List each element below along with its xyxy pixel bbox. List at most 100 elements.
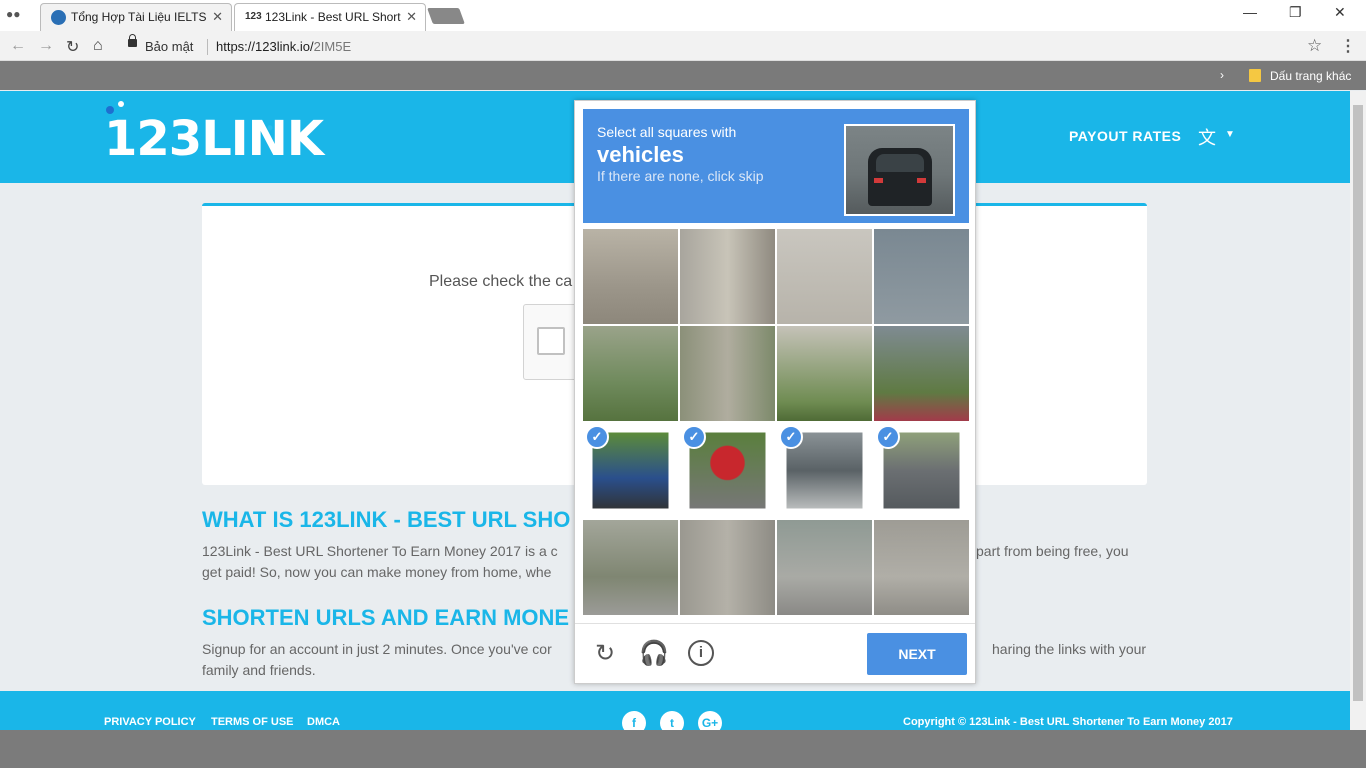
os-taskbar [0, 730, 1366, 768]
info-icon[interactable]: i [688, 640, 714, 666]
privacy-policy-link[interactable]: PRIVACY POLICY [104, 716, 196, 728]
dmca-link[interactable]: DMCA [307, 716, 340, 728]
captcha-tile[interactable] [583, 520, 678, 615]
payout-rates-link[interactable]: PAYOUT RATES [1069, 128, 1181, 144]
challenge-target: vehicles [597, 142, 684, 167]
close-tab-icon[interactable]: ✕ [406, 9, 417, 25]
section-text-left: 123Link - Best URL Shortener To Earn Mon… [202, 543, 558, 559]
recaptcha-checkbox[interactable] [537, 327, 565, 355]
site-logo[interactable]: 123LINK [104, 111, 324, 167]
captcha-tile-image [777, 326, 872, 421]
captcha-tile-image [680, 326, 775, 421]
tail-light [874, 178, 883, 183]
address-bar-row: ← → ↻ ⌂ Bảo mật https://123link.io/2IM5E… [0, 31, 1366, 61]
window-close-icon[interactable]: ✕ [1334, 4, 1346, 21]
forward-icon[interactable]: → [38, 37, 54, 55]
captcha-tile-image [583, 326, 678, 421]
new-tab-button[interactable] [427, 8, 465, 24]
captcha-tile-image [583, 520, 678, 615]
recaptcha-challenge: Select all squares with vehicles If ther… [574, 100, 976, 684]
captcha-tile-image [874, 520, 969, 615]
captcha-tile[interactable] [777, 229, 872, 324]
challenge-hint: If there are none, click skip [597, 168, 764, 184]
bookmarks-bar: › Dấu trang khác [0, 61, 1366, 90]
checkmark-icon: ✓ [682, 425, 706, 449]
captcha-tile-image [777, 520, 872, 615]
captcha-tile[interactable]: ✓ [777, 423, 872, 518]
captcha-tile[interactable] [874, 520, 969, 615]
terms-of-use-link[interactable]: TERMS OF USE [211, 716, 294, 728]
tab-title: Tổng Hợp Tài Liệu IELTS [71, 10, 207, 24]
captcha-tile[interactable] [680, 520, 775, 615]
challenge-header: Select all squares with vehicles If ther… [583, 109, 969, 223]
captcha-tile[interactable]: ✓ [583, 423, 678, 518]
language-icon[interactable]: 文 [1198, 124, 1216, 150]
challenge-instruction: Select all squares with [597, 124, 737, 140]
globe-favicon-icon [51, 10, 66, 25]
tail-light [917, 178, 926, 183]
challenge-footer: ↻ 🎧 i NEXT [575, 623, 975, 684]
browser-menu-icon[interactable]: ⋮ [1340, 36, 1356, 56]
section-text-line2: get paid! So, now you can make money fro… [202, 564, 552, 580]
checkmark-icon: ✓ [585, 425, 609, 449]
url-host: https://123link.io/ [216, 39, 314, 54]
caret-down-icon[interactable]: ▼ [1225, 129, 1235, 140]
tab-ielts[interactable]: Tổng Hợp Tài Liệu IELTS ✕ [40, 3, 232, 31]
audio-icon[interactable]: 🎧 [639, 640, 669, 668]
sample-vehicle-image [844, 124, 955, 216]
captcha-tile-image [583, 229, 678, 324]
back-icon[interactable]: ← [10, 37, 26, 55]
captcha-tile-image [680, 229, 775, 324]
site-footer: PRIVACY POLICY TERMS OF USE DMCA f t G+ … [0, 691, 1350, 735]
section-text-right: part from being free, you [976, 543, 1129, 559]
checkmark-icon: ✓ [876, 425, 900, 449]
lock-icon [128, 34, 137, 47]
url-path: 2IM5E [313, 39, 352, 54]
reload-page-icon[interactable]: ↻ [66, 37, 79, 57]
folder-icon [1249, 69, 1261, 82]
captcha-tile-image [680, 520, 775, 615]
other-bookmarks[interactable]: Dấu trang khác [1270, 69, 1351, 83]
challenge-image-grid: ✓ ✓ ✓ ✓ [583, 229, 969, 615]
scrollbar-thumb[interactable] [1353, 105, 1363, 701]
logo-dot [106, 106, 114, 114]
captcha-tile[interactable] [680, 229, 775, 324]
car-illustration [868, 148, 932, 206]
123link-favicon-icon: 123 [245, 11, 262, 22]
copyright-text: Copyright © 123Link - Best URL Shortener… [903, 716, 1233, 728]
section-heading: SHORTEN URLS AND EARN MONE [202, 605, 570, 630]
section-text-line2: family and friends. [202, 662, 316, 678]
incognito-icon: ●● [6, 7, 21, 21]
captcha-tile[interactable] [874, 229, 969, 324]
captcha-tile-image [874, 229, 969, 324]
captcha-tile[interactable]: ✓ [874, 423, 969, 518]
captcha-tile[interactable]: ✓ [680, 423, 775, 518]
captcha-tile[interactable] [777, 326, 872, 421]
chevron-right-icon[interactable]: › [1220, 68, 1224, 82]
minimize-icon[interactable]: — [1243, 4, 1257, 20]
tab-123link[interactable]: 123 123Link - Best URL Short ✕ [234, 3, 426, 31]
checkmark-icon: ✓ [779, 425, 803, 449]
reload-icon[interactable]: ↻ [591, 640, 619, 668]
captcha-tile[interactable] [874, 326, 969, 421]
tab-title: 123Link - Best URL Short [265, 10, 401, 24]
restore-icon[interactable]: ❐ [1289, 4, 1302, 21]
url-field[interactable]: https://123link.io/2IM5E [216, 39, 351, 54]
captcha-tile-image [874, 326, 969, 421]
captcha-tile[interactable] [777, 520, 872, 615]
check-captcha-text: Please check the ca [429, 273, 573, 290]
section-text-right: haring the links with your [992, 641, 1147, 657]
home-icon[interactable]: ⌂ [93, 37, 103, 55]
captcha-tile-image [777, 229, 872, 324]
secure-label[interactable]: Bảo mật [145, 39, 193, 54]
close-tab-icon[interactable]: ✕ [212, 9, 223, 25]
captcha-tile[interactable] [583, 229, 678, 324]
captcha-tile[interactable] [583, 326, 678, 421]
section-text-left: Signup for an account in just 2 minutes.… [202, 641, 552, 657]
captcha-tile[interactable] [680, 326, 775, 421]
next-button[interactable]: NEXT [867, 633, 967, 675]
section-heading: WHAT IS 123LINK - BEST URL SHO [202, 507, 571, 532]
bookmark-star-icon[interactable]: ☆ [1307, 36, 1322, 56]
page-scrollbar[interactable] [1350, 91, 1366, 731]
divider [207, 39, 208, 55]
